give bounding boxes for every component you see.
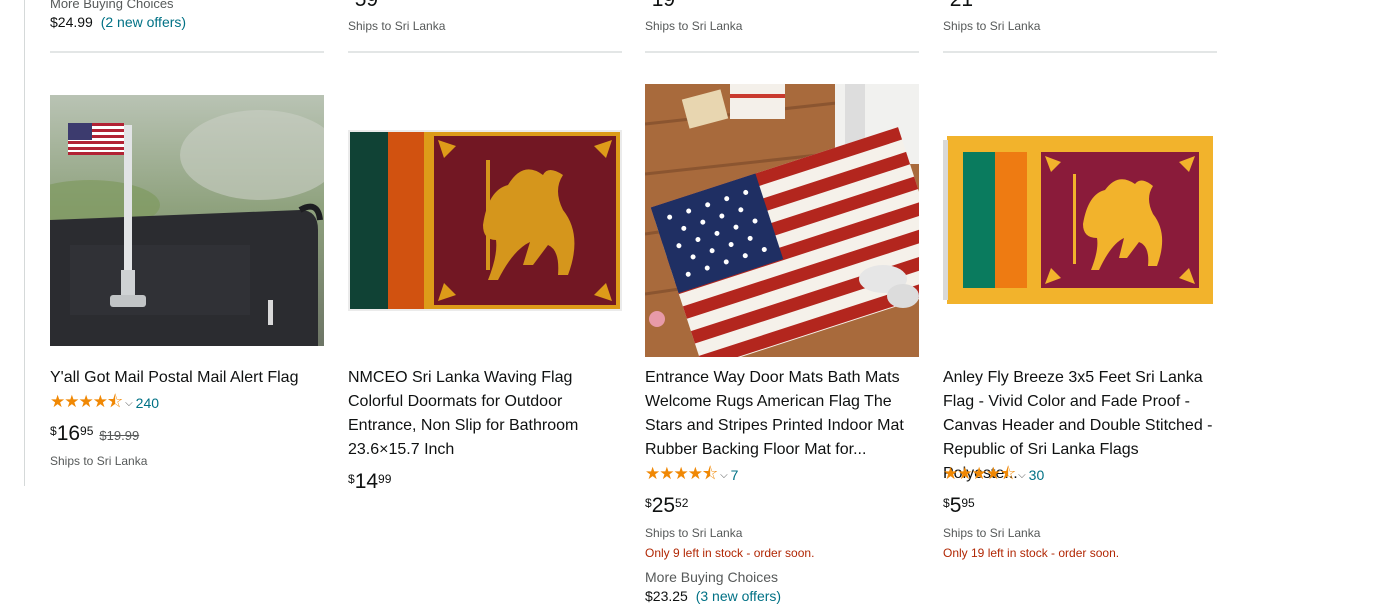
price-whole: 14 xyxy=(354,470,379,493)
row-divider xyxy=(943,51,1217,53)
product-price: $ 25 52 xyxy=(645,494,688,518)
ships-to-label: Ships to Sri Lanka xyxy=(943,19,1041,33)
product-image-mailbox-flag[interactable] xyxy=(50,95,324,346)
price-fraction: 99 xyxy=(378,472,392,486)
product-title-link[interactable]: NMCEO Sri Lanka Waving Flag Colorful Doo… xyxy=(348,366,622,462)
ships-to-label: Ships to Sri Lanka xyxy=(943,526,1041,540)
star-icon: ★★★★⯪ xyxy=(645,463,718,483)
new-offers-link[interactable]: (3 new offers) xyxy=(696,588,781,604)
more-buying-choices-label: More Buying Choices xyxy=(645,569,779,585)
price-symbol: $ xyxy=(645,496,652,510)
price-whole: 5 xyxy=(949,494,962,517)
mailbox-flag-image xyxy=(50,95,324,346)
sri-lanka-flag-image xyxy=(348,130,622,311)
price-whole: 25 xyxy=(651,494,676,517)
price-symbol: $ xyxy=(348,472,355,486)
more-buying-offer: $24.99 (2 new offers) xyxy=(50,14,186,30)
star-icon: ★★★★⯪ xyxy=(943,463,1016,483)
offer-price: $24.99 xyxy=(50,14,93,30)
low-stock-warning: Only 19 left in stock - order soon. xyxy=(943,546,1120,560)
price-partial: $19 xyxy=(645,0,675,12)
more-buying-offer: $23.25 (3 new offers) xyxy=(645,588,781,604)
ships-to-label: Ships to Sri Lanka xyxy=(50,454,148,468)
list-price: $19.99 xyxy=(99,428,140,443)
row-divider xyxy=(645,51,919,53)
ships-to-label: Ships to Sri Lanka xyxy=(645,19,743,33)
product-price: $ 5 95 xyxy=(943,494,975,518)
chevron-down-icon[interactable]: ⌵ xyxy=(1018,470,1026,481)
product-rating: ★★★★⯪ ⌵ 30 xyxy=(943,464,1045,485)
chevron-down-icon[interactable]: ⌵ xyxy=(720,470,728,481)
star-icon: ★★★★⯪ xyxy=(50,391,123,411)
ships-to-label: Ships to Sri Lanka xyxy=(645,526,743,540)
rating-count-link[interactable]: 7 xyxy=(731,467,739,483)
product-price: $ 16 95 $19.99 xyxy=(50,422,139,446)
low-stock-warning: Only 9 left in stock - order soon. xyxy=(645,546,815,560)
price-partial-value: 21 xyxy=(950,0,973,11)
american-flag-doormat-image xyxy=(645,84,919,357)
chevron-down-icon[interactable]: ⌵ xyxy=(125,398,133,409)
results-left-border xyxy=(24,0,25,486)
product-image-sri-lanka-flag[interactable] xyxy=(943,134,1217,306)
price-partial: $59 xyxy=(348,0,378,12)
product-rating: ★★★★⯪ ⌵ 240 xyxy=(50,392,159,413)
price-symbol: $ xyxy=(50,424,57,438)
rating-count-link[interactable]: 240 xyxy=(136,395,159,411)
sri-lanka-flag-image xyxy=(943,134,1217,306)
price-partial-value: 59 xyxy=(355,0,378,11)
price-partial-value: 19 xyxy=(652,0,675,11)
product-title-link[interactable]: Y'all Got Mail Postal Mail Alert Flag xyxy=(50,366,324,390)
price-whole: 16 xyxy=(56,422,81,445)
more-buying-choices-label: More Buying Choices xyxy=(50,0,174,11)
price-fraction: 95 xyxy=(80,424,94,438)
product-image-sri-lanka-doormat[interactable] xyxy=(348,130,622,311)
product-rating: ★★★★⯪ ⌵ 7 xyxy=(645,464,739,485)
price-symbol: $ xyxy=(943,496,950,510)
price-fraction: 95 xyxy=(961,496,975,510)
row-divider xyxy=(348,51,622,53)
rating-count-link[interactable]: 30 xyxy=(1029,467,1045,483)
product-image-american-flag-mat[interactable] xyxy=(645,84,919,357)
price-fraction: 52 xyxy=(675,496,689,510)
ships-to-label: Ships to Sri Lanka xyxy=(348,19,446,33)
product-title-link[interactable]: Entrance Way Door Mats Bath Mats Welcome… xyxy=(645,366,919,462)
product-price: $ 14 99 xyxy=(348,470,391,494)
offer-price: $23.25 xyxy=(645,588,688,604)
new-offers-link[interactable]: (2 new offers) xyxy=(101,14,186,30)
row-divider xyxy=(50,51,324,53)
price-partial: $21 xyxy=(943,0,973,12)
